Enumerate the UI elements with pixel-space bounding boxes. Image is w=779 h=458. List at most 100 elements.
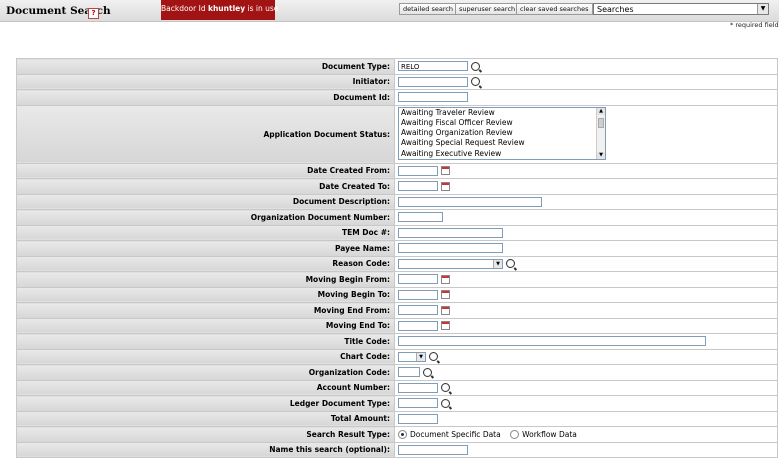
required-field-note: * required field [730,21,779,29]
calendar-icon[interactable] [441,290,450,300]
total-amount-label: Total Amount: [16,410,395,427]
chevron-down-icon: ▼ [493,259,502,268]
row-org-document-number: Organization Document Number: [16,209,778,226]
row-moving-begin-from: Moving Begin From: [16,271,778,288]
lookup-icon[interactable] [471,61,480,71]
row-document-description: Document Description: [16,193,778,210]
date-created-to-input[interactable] [398,181,438,192]
account-number-input[interactable] [398,382,438,393]
row-title-code: Title Code: [16,333,778,350]
radio-document-specific-label: Document Specific Data [410,430,501,439]
saved-searches-value: Searches [597,5,634,14]
document-description-input[interactable] [398,196,542,207]
scroll-up-icon[interactable]: ▲ [597,107,605,115]
row-reason-code: Reason Code: ▼ [16,255,778,272]
backdoor-banner: Backdoor Id khuntley is in use [161,0,278,20]
row-moving-begin-to: Moving Begin To: [16,286,778,303]
list-item[interactable]: Awaiting Special Request Review [399,138,605,148]
document-type-input[interactable]: RELO [398,61,468,72]
lookup-icon[interactable] [423,367,432,377]
radio-workflow-data[interactable] [510,430,520,439]
date-created-to-label: Date Created To: [16,178,395,195]
title-code-label: Title Code: [16,333,395,350]
calendar-icon[interactable] [441,274,450,284]
tem-doc-input[interactable] [398,227,503,238]
row-total-amount: Total Amount: [16,410,778,427]
initiator-label: Initiator: [16,73,395,90]
list-item[interactable]: Awaiting Fiscal Officer Review [399,118,605,128]
lookup-icon[interactable] [471,77,480,87]
reason-code-label: Reason Code: [16,255,395,272]
row-account-number: Account Number: [16,379,778,396]
calendar-icon[interactable] [441,181,450,191]
calendar-icon[interactable] [441,321,450,331]
ledger-document-type-input[interactable] [398,398,438,409]
help-icon[interactable]: ? [88,8,99,19]
row-tem-doc: TEM Doc #: [16,224,778,241]
chevron-down-icon: ▼ [416,352,425,361]
row-moving-end-to: Moving End To: [16,317,778,334]
row-document-type: Document Type: RELO [16,58,778,75]
row-initiator: Initiator: [16,73,778,90]
saved-searches-select[interactable]: Searches ▼ [593,3,769,15]
chart-code-select[interactable]: ▼ [398,351,426,362]
row-app-doc-status: Application Document Status: Awaiting Tr… [16,104,778,164]
date-created-from-label: Date Created From: [16,162,395,179]
moving-end-from-input[interactable] [398,305,438,316]
row-ledger-document-type: Ledger Document Type: [16,395,778,412]
scroll-down-icon[interactable]: ▼ [597,151,605,159]
lookup-icon[interactable] [429,352,438,362]
moving-end-to-label: Moving End To: [16,317,395,334]
moving-end-to-input[interactable] [398,320,438,331]
document-id-input[interactable] [398,92,468,103]
backdoor-prefix: Backdoor Id [161,4,208,13]
search-criteria-form: Document Type: RELO Initiator: Document … [16,58,778,458]
moving-begin-to-input[interactable] [398,289,438,300]
radio-document-specific[interactable] [398,430,407,439]
chart-code-label: Chart Code: [16,348,395,365]
detailed-search-button[interactable]: detailed search [399,3,458,15]
lookup-icon[interactable] [506,259,515,269]
row-date-created-from: Date Created From: [16,162,778,179]
calendar-icon[interactable] [441,166,450,176]
search-result-type-label: Search Result Type: [16,426,395,443]
initiator-input[interactable] [398,76,468,87]
date-created-from-input[interactable] [398,165,438,176]
list-item[interactable]: Awaiting Traveler Review [399,108,605,118]
lookup-icon[interactable] [441,398,450,408]
org-document-number-input[interactable] [398,212,443,223]
name-this-search-label: Name this search (optional): [16,441,395,458]
moving-end-from-label: Moving End From: [16,302,395,319]
scroll-thumb[interactable] [598,117,604,128]
moving-begin-from-input[interactable] [398,274,438,285]
moving-begin-from-label: Moving Begin From: [16,271,395,288]
organization-code-label: Organization Code: [16,364,395,381]
total-amount-input[interactable] [398,413,438,424]
superuser-search-button[interactable]: superuser search [455,3,520,15]
row-search-result-type: Search Result Type: Document Specific Da… [16,426,778,443]
calendar-icon[interactable] [441,305,450,315]
title-code-input[interactable] [398,336,706,347]
name-this-search-input[interactable] [398,444,468,455]
account-number-label: Account Number: [16,379,395,396]
tem-doc-label: TEM Doc #: [16,224,395,241]
row-document-id: Document Id: [16,89,778,106]
backdoor-user: khuntley [207,4,246,13]
lookup-icon[interactable] [441,383,450,393]
radio-workflow-data-label: Workflow Data [522,430,577,439]
org-document-number-label: Organization Document Number: [16,209,395,226]
moving-begin-to-label: Moving Begin To: [16,286,395,303]
document-id-label: Document Id: [16,89,395,106]
list-item[interactable]: Awaiting Executive Review [399,149,605,159]
scrollbar[interactable]: ▲ ▼ [596,107,605,159]
app-doc-status-listbox[interactable]: Awaiting Traveler Review Awaiting Fiscal… [398,106,606,160]
list-item[interactable]: Awaiting Organization Review [399,128,605,138]
clear-saved-searches-button[interactable]: clear saved searches [516,3,593,15]
row-payee-name: Payee Name: [16,240,778,257]
reason-code-select[interactable]: ▼ [398,258,503,269]
payee-name-label: Payee Name: [16,240,395,257]
row-date-created-to: Date Created To: [16,178,778,195]
row-organization-code: Organization Code: [16,364,778,381]
organization-code-input[interactable] [398,367,420,378]
payee-name-input[interactable] [398,243,503,254]
